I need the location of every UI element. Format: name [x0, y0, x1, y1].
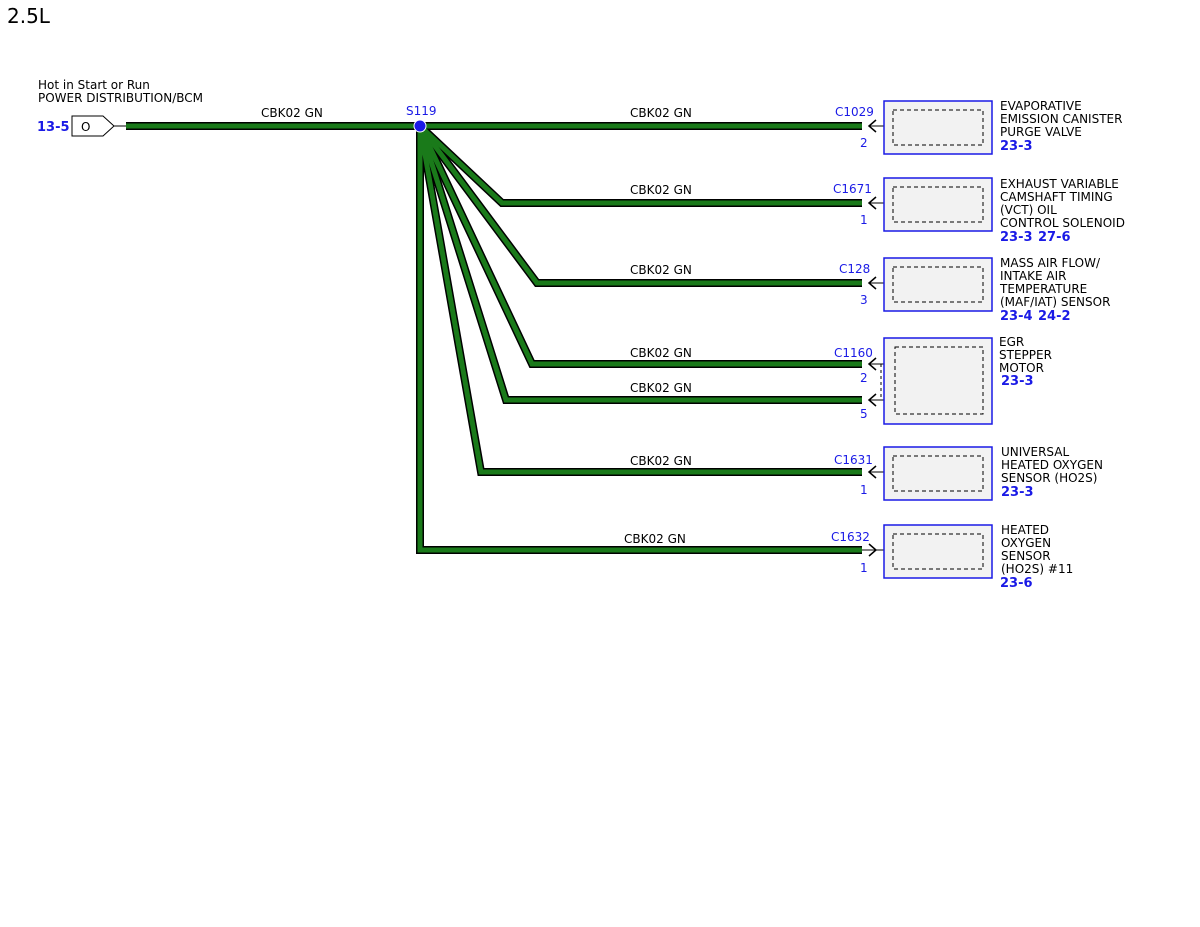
component-box	[883, 524, 993, 579]
connector-label: C1029	[835, 105, 874, 119]
source-pin-label: O	[81, 120, 90, 134]
splice-dot[interactable]	[413, 119, 427, 133]
splice-label: S119	[406, 104, 437, 118]
page-title: 2.5L	[7, 4, 51, 28]
component-box	[883, 446, 993, 501]
wire-branch-c1631	[416, 125, 862, 476]
component-ho2s-11[interactable]: C1632 1 HEATED OXYGEN SENSOR (HO2S) #11 …	[831, 523, 1073, 591]
wire-label-c1631: CBK02 GN	[630, 454, 692, 468]
wire-label-c1671: CBK02 GN	[630, 183, 692, 197]
source-ref-link[interactable]: 13-5	[37, 120, 70, 135]
ref-link[interactable]: 23-3	[1000, 139, 1033, 154]
component-box	[883, 337, 993, 425]
wire-label-c1029: CBK02 GN	[630, 106, 692, 120]
wire-label-c128: CBK02 GN	[630, 263, 692, 277]
component-name: HEATED OXYGEN SENSOR (HO2S) #11	[1001, 523, 1073, 576]
ref-link[interactable]: 24-2	[1038, 309, 1071, 324]
ref-link[interactable]: 23-3	[1000, 230, 1033, 245]
pin-label: 5	[860, 407, 868, 421]
component-box	[883, 257, 993, 312]
component-box	[883, 177, 993, 232]
pin-label: 3	[860, 293, 868, 307]
wire-label-c1160-a: CBK02 GN	[630, 346, 692, 360]
pin-label: 2	[860, 136, 868, 150]
component-evap-purge-valve[interactable]: C1029 2 EVAPORATIVE EMISSION CANISTER PU…	[835, 99, 1126, 155]
connector-label: C128	[839, 262, 870, 276]
pin-label: 1	[860, 213, 868, 227]
ref-link[interactable]: 23-6	[1000, 576, 1033, 591]
component-box	[883, 100, 993, 155]
pin-label: 1	[860, 483, 868, 497]
wire-harness	[126, 122, 862, 554]
component-universal-ho2s[interactable]: C1631 1 UNIVERSAL HEATED OXYGEN SENSOR (…	[834, 445, 1107, 501]
source-condition-label: Hot in Start or Run	[38, 78, 150, 92]
wire-label-c1160-b: CBK02 GN	[630, 381, 692, 395]
ref-link[interactable]: 23-4	[1000, 309, 1033, 324]
component-name: UNIVERSAL HEATED OXYGEN SENSOR (HO2S)	[1001, 445, 1107, 485]
ref-link[interactable]: 23-3	[1001, 374, 1034, 389]
component-exhaust-vct-solenoid[interactable]: C1671 1 EXHAUST VARIABLE CAMSHAFT TIMING…	[833, 177, 1125, 245]
pin-label: 2	[860, 371, 868, 385]
connector-label: C1671	[833, 182, 872, 196]
ref-link[interactable]: 23-3	[1001, 485, 1034, 500]
component-name: MASS AIR FLOW/ INTAKE AIR TEMPERATURE (M…	[999, 256, 1110, 309]
connector-label: C1631	[834, 453, 873, 467]
connector-label: C1632	[831, 530, 870, 544]
pin-label: 1	[860, 561, 868, 575]
wire-label-c1632: CBK02 GN	[624, 532, 686, 546]
connector-label: C1160	[834, 346, 873, 360]
component-egr-stepper-motor[interactable]: C1160 2 5 EGR STEPPER MOTOR 23-3	[834, 335, 1056, 425]
wire-label-main: CBK02 GN	[261, 106, 323, 120]
source-module-label: POWER DISTRIBUTION/BCM	[38, 91, 203, 105]
component-name: EVAPORATIVE EMISSION CANISTER PURGE VALV…	[1000, 99, 1126, 139]
component-name: EGR STEPPER MOTOR	[999, 335, 1056, 375]
ref-link[interactable]: 27-6	[1038, 230, 1071, 245]
component-name: EXHAUST VARIABLE CAMSHAFT TIMING (VCT) O…	[1000, 177, 1125, 230]
component-maf-iat-sensor[interactable]: C128 3 MASS AIR FLOW/ INTAKE AIR TEMPERA…	[839, 256, 1110, 324]
